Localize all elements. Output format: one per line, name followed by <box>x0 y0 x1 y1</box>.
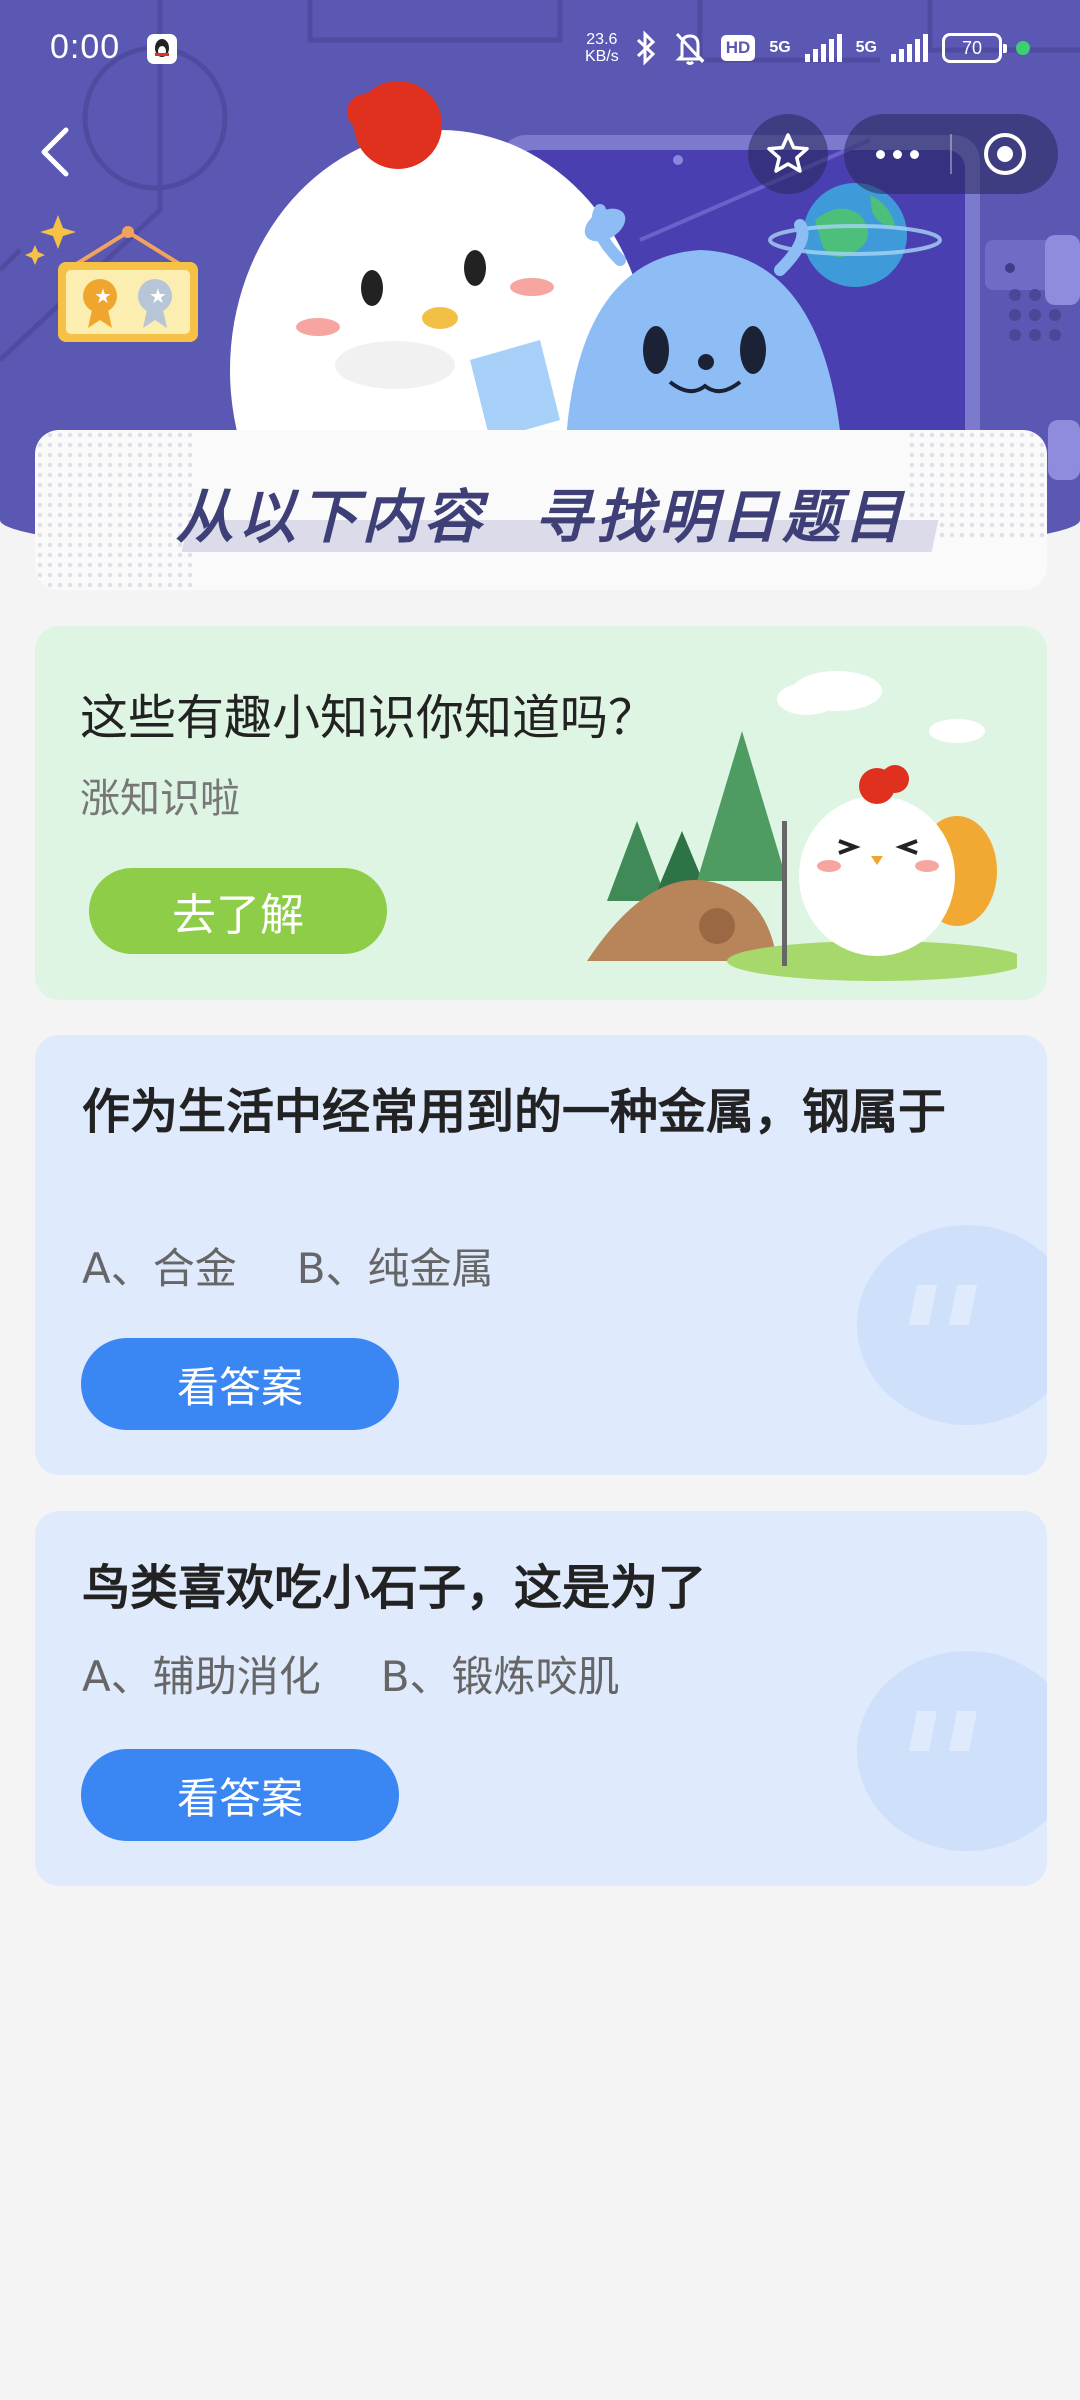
knowledge-title: 这些有趣小知识你知道吗？ <box>80 690 657 746</box>
more-button[interactable] <box>844 114 950 194</box>
question-card-2: 鸟类喜欢吃小石子，这是为了 A、辅助消化 B、锻炼咬肌 看答案 <box>35 1511 1047 1886</box>
network-type-1: 5G <box>769 39 791 56</box>
more-dots-icon <box>875 149 885 159</box>
question-2-option-a: A、辅助消化 <box>82 1652 321 1701</box>
knowledge-subtitle: 涨知识啦 <box>80 776 240 822</box>
status-bar: 0:00 23.6 KB/s HD 5G 5G 70 <box>0 0 1080 100</box>
bell-muted-icon <box>675 32 705 65</box>
close-miniprogram-button[interactable] <box>952 114 1058 194</box>
signal-icon <box>804 34 842 62</box>
bluetooth-icon <box>636 30 655 66</box>
svg-text:★: ★ <box>149 284 167 308</box>
chick-hiking-illustration <box>587 671 1017 981</box>
view-answer-button-1[interactable]: 看答案 <box>81 1338 399 1430</box>
banner-title: 从以下内容 寻找明日题目 <box>175 483 907 551</box>
question-2-option-b: B、锻炼咬肌 <box>380 1652 620 1701</box>
battery-level: 70 <box>961 38 983 58</box>
question-card-1: 作为生活中经常用到的一种金属，钢属于 A、合金 B、纯金属 看答案 <box>35 1035 1047 1475</box>
question-2-options: A、辅助消化 B、锻炼咬肌 <box>82 1643 620 1704</box>
signal-icon-2 <box>891 34 928 62</box>
question-2-title: 鸟类喜欢吃小石子，这是为了 <box>82 1560 707 1616</box>
favorite-button[interactable] <box>748 114 828 194</box>
banner: 从以下内容 寻找明日题目 <box>35 430 1047 590</box>
network-type-2: 5G <box>855 39 877 56</box>
question-1-option-a: A、合金 <box>82 1244 237 1293</box>
question-1-title: 作为生活中经常用到的一种金属，钢属于 <box>82 1084 947 1140</box>
view-answer-button-2[interactable]: 看答案 <box>81 1749 399 1841</box>
capsule-menu <box>844 114 1058 194</box>
battery-icon: 70 <box>942 33 1007 63</box>
back-button[interactable] <box>30 122 86 182</box>
network-speed: 23.6 KB/s <box>585 31 619 65</box>
svg-text:★: ★ <box>94 284 112 308</box>
knowledge-card[interactable]: 这些有趣小知识你知道吗？ 涨知识啦 去了解 <box>35 626 1047 1000</box>
hd-icon: HD <box>720 35 756 61</box>
chevron-left-icon <box>41 127 69 177</box>
speed-unit: KB/s <box>584 48 619 65</box>
target-circle-icon <box>984 133 1026 175</box>
learn-more-button[interactable]: 去了解 <box>89 868 387 954</box>
active-dot <box>1016 41 1030 55</box>
question-1-options: A、合金 B、纯金属 <box>82 1235 494 1296</box>
chat-bubble-icon <box>857 1651 1047 1851</box>
chat-bubble-icon <box>857 1225 1047 1425</box>
question-1-option-b: B、纯金属 <box>296 1244 494 1293</box>
speed-value: 23.6 <box>586 31 618 48</box>
star-icon <box>767 133 809 173</box>
status-time: 0:00 <box>50 28 121 66</box>
qq-icon <box>147 34 177 64</box>
